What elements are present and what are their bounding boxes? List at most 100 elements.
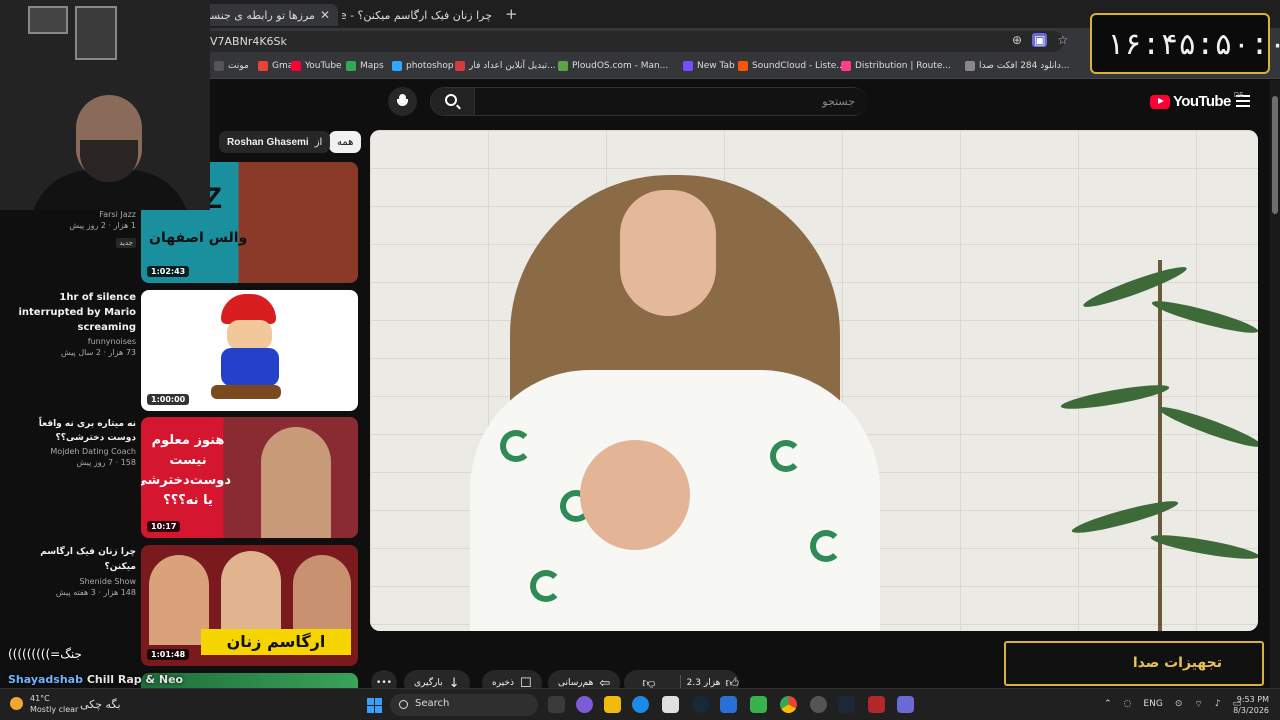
file-explorer-icon[interactable] xyxy=(604,696,621,713)
bookmark-label: مونت xyxy=(228,61,249,71)
app-icon[interactable] xyxy=(720,696,737,713)
video-meta[interactable]: چرا زنان فیک ارگاسم میکنن؟ Shenide Show … xyxy=(8,545,136,597)
bookmark-item[interactable]: تبدیل آنلاین اعداد فار... xyxy=(455,61,556,71)
bookmark-favicon-icon xyxy=(214,61,224,71)
taskbar-clock[interactable]: 9:53 PM 8/3/2026 xyxy=(1229,694,1269,716)
bookmark-item[interactable]: YouTube xyxy=(291,61,342,71)
bookmark-star-icon[interactable]: ☆ xyxy=(1057,33,1068,47)
bookmark-item[interactable]: PloudOS.com - Man... xyxy=(558,61,668,71)
close-tab-icon[interactable]: ✕ xyxy=(320,8,330,22)
video-title[interactable]: 1hr of silence interrupted by Mario scre… xyxy=(8,290,136,335)
thumbnail-subtext: والس اصفهان xyxy=(149,230,248,246)
video-title[interactable]: چرا زنان فیک ارگاسم میکنن؟ xyxy=(8,545,136,575)
video-player[interactable] xyxy=(370,130,1258,631)
stream-clock: ۱۶:۴۵:۵۰:۰۸ xyxy=(1090,13,1280,74)
bookmark-item[interactable]: SoundCloud - Liste... xyxy=(738,61,845,71)
video-stats: 158 · 7 روز پیش xyxy=(76,458,136,467)
chat-text: Chill Rap & Neo xyxy=(86,673,184,686)
video-meta[interactable]: Farsi Jazz 1 هزار · 2 روز پیش جدید xyxy=(8,208,136,249)
chip-all[interactable]: همه xyxy=(329,131,362,153)
plant-leaf xyxy=(1155,401,1258,453)
screen: ✕ مرزها تو رابطه ی جنسی چیا دوست... چرا … xyxy=(0,0,1280,720)
bookmark-label: Distribution | Route... xyxy=(855,61,951,71)
bookmark-favicon-icon xyxy=(392,61,402,71)
video-title[interactable]: نه میتاره بری نه واقعاً دوست دخترشی؟؟ xyxy=(8,417,136,445)
copilot-icon[interactable] xyxy=(576,696,593,713)
voice-search-button[interactable] xyxy=(388,87,417,116)
windows-logo-tile xyxy=(367,706,374,713)
network-icon[interactable]: ◌ xyxy=(1124,699,1132,710)
channel-name[interactable]: Mojdeh Dating Coach xyxy=(8,447,136,456)
video-duration: 1:01:48 xyxy=(147,649,190,660)
bookmark-item[interactable]: New Tab xyxy=(683,61,735,71)
scrollbar-thumb[interactable] xyxy=(1272,96,1278,214)
video-duration: 1:00:00 xyxy=(147,394,190,405)
mario-face xyxy=(227,320,272,350)
video-meta[interactable]: نه میتاره بری نه واقعاً دوست دخترشی؟؟ Mo… xyxy=(8,417,136,467)
presenter-hands xyxy=(580,440,690,550)
bookmark-favicon-icon xyxy=(965,61,975,71)
bookmark-item[interactable]: Distribution | Route... xyxy=(841,61,951,71)
extension-icon[interactable]: ▣ xyxy=(1032,33,1048,47)
chrome-icon[interactable] xyxy=(780,696,797,713)
app-icon[interactable] xyxy=(750,696,767,713)
edge-icon[interactable] xyxy=(632,696,649,713)
youtube-logo[interactable]: YouTube DE xyxy=(1150,90,1244,110)
taskbar-search[interactable]: Search xyxy=(390,694,538,716)
bookmark-label: دانلود 284 افکت صدا... xyxy=(979,61,1070,71)
address-bar-icons: ⊕ ▣ ☆ xyxy=(1012,33,1068,47)
channel-name[interactable]: funnynoises xyxy=(8,337,136,346)
browser-tab[interactable]: چرا زنان فیک ارگاسم میکنن؟ - YouTube xyxy=(342,4,500,26)
bookmark-item[interactable]: photoshop xyxy=(392,61,454,71)
video-thumbnail[interactable]: 1:00:00 xyxy=(141,290,358,411)
task-view-icon[interactable] xyxy=(548,696,565,713)
bookmark-label: SoundCloud - Liste... xyxy=(752,61,845,71)
address-bar[interactable]: V7ABNr4K6Sk xyxy=(204,31,1064,52)
mario-overalls xyxy=(221,348,279,386)
keyboard-language[interactable]: ENG xyxy=(1143,699,1162,710)
store-icon[interactable] xyxy=(662,696,679,713)
page-scrollbar[interactable] xyxy=(1270,80,1280,688)
bookmark-favicon-icon xyxy=(346,61,356,71)
system-tray: ⌃ ◌ ENG ⊙ ⌔ ♪ ▭ xyxy=(1104,699,1241,710)
shirt-pattern xyxy=(530,570,562,602)
browser-tab-active[interactable]: ✕ مرزها تو رابطه ی جنسی چیا دوست... xyxy=(188,4,338,26)
weather-widget[interactable]: 41°C Mostly clear xyxy=(10,693,78,715)
bookmark-item[interactable]: دانلود 284 افکت صدا... xyxy=(965,61,1070,71)
video-thumbnail[interactable]: هنوز معلوم نیست دوست‌دخترشی یا نه؟؟؟ 10:… xyxy=(141,417,358,538)
clock-text: ۱۶:۴۵:۵۰:۰۸ xyxy=(1106,27,1280,62)
chat-overlay-text: بگه چکی xyxy=(80,698,121,711)
plant-leaf xyxy=(1059,380,1171,414)
video-duration: 10:17 xyxy=(147,521,181,532)
app-icon[interactable] xyxy=(810,696,827,713)
app-icon[interactable] xyxy=(868,696,885,713)
speaker-icon[interactable]: ♪ xyxy=(1215,699,1221,710)
start-button[interactable] xyxy=(367,698,382,713)
search-input[interactable]: جستجو xyxy=(475,88,867,115)
chip-from-channel[interactable]: Roshan Ghasemi از xyxy=(219,131,331,153)
wifi-icon[interactable]: ⌔ xyxy=(1194,699,1202,710)
microphone-stand xyxy=(397,99,408,106)
windows-logo-tile xyxy=(375,698,382,705)
channel-name[interactable]: Shenide Show xyxy=(8,577,137,586)
obs-icon[interactable] xyxy=(897,696,914,713)
search-icon xyxy=(445,94,457,106)
mic-icon[interactable]: ⊙ xyxy=(1175,699,1183,710)
url-text: V7ABNr4K6Sk xyxy=(210,35,287,48)
channel-name[interactable]: Farsi Jazz xyxy=(8,210,136,219)
tray-chevron-icon[interactable]: ⌃ xyxy=(1104,699,1112,710)
weather-temp: 41°C xyxy=(30,694,50,703)
bookmark-favicon-icon xyxy=(841,61,851,71)
bookmark-item[interactable]: Maps xyxy=(346,61,384,71)
youtube-play-icon xyxy=(1150,94,1170,109)
region-code: DE xyxy=(1233,90,1244,99)
video-meta[interactable]: 1hr of silence interrupted by Mario scre… xyxy=(8,290,136,357)
search-button[interactable] xyxy=(431,88,475,115)
new-tab-button[interactable]: + xyxy=(505,5,518,23)
bookmark-item[interactable]: مونت xyxy=(214,61,249,71)
video-thumbnail[interactable]: ارگاسم زنان 1:01:48 xyxy=(141,545,358,666)
zoom-icon[interactable]: ⊕ xyxy=(1012,33,1022,47)
steam-icon[interactable] xyxy=(692,696,709,713)
steam-icon[interactable] xyxy=(838,696,855,713)
windows-logo-tile xyxy=(367,698,374,705)
